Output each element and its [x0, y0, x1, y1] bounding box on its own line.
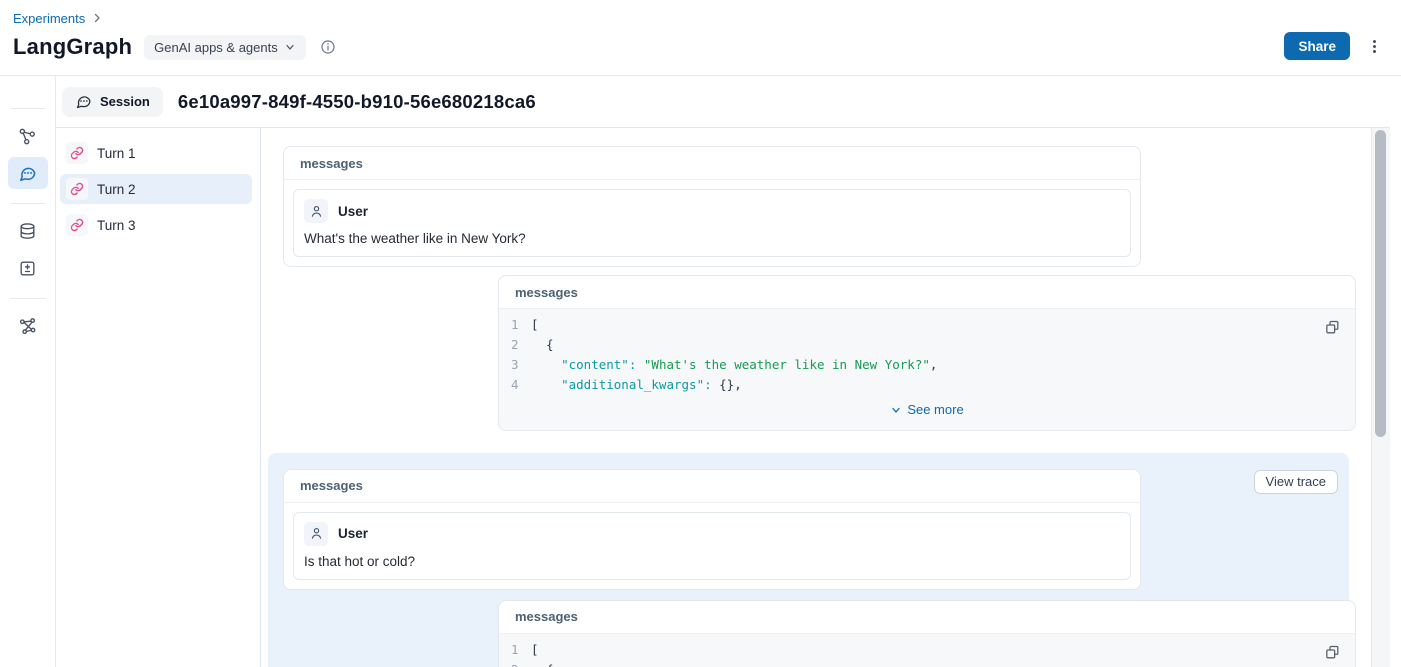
rail-item-prompts[interactable]	[8, 310, 48, 342]
turns-list: Turn 1 Turn 2 Turn 3	[60, 138, 252, 240]
link-icon	[66, 178, 88, 200]
left-rail	[0, 76, 56, 667]
link-icon	[66, 142, 88, 164]
code-line: 4 "additional_kwargs": {},	[499, 375, 1355, 395]
card-title: messages	[499, 276, 1355, 309]
avatar	[304, 199, 328, 223]
rail-item-annotations[interactable]	[8, 252, 48, 284]
share-button[interactable]: Share	[1284, 32, 1350, 60]
diff-box-icon	[18, 259, 37, 278]
user-message: User What's the weather like in New York…	[293, 189, 1131, 257]
view-trace-button[interactable]: View trace	[1254, 470, 1338, 494]
scrollbar-thumb[interactable]	[1375, 130, 1386, 437]
rail-divider	[11, 298, 45, 299]
rail-item-chat[interactable]	[8, 157, 48, 189]
message-card: messages User	[283, 146, 1141, 267]
chevron-down-icon	[284, 41, 296, 53]
code-line: 1[	[499, 315, 1355, 335]
conversation-canvas: messages User	[261, 128, 1371, 667]
code-line: 2 {	[499, 660, 1355, 667]
session-bar: Session 6e10a997-849f-4550-b910-56e68021…	[56, 76, 1390, 128]
role-label: User	[338, 526, 368, 541]
user-icon	[309, 204, 324, 219]
message-card: messages User	[283, 469, 1141, 590]
copy-icon[interactable]	[1324, 644, 1341, 661]
turn-item[interactable]: Turn 3	[60, 210, 252, 240]
workflow-icon	[18, 127, 37, 146]
user-message: User Is that hot or cold?	[293, 512, 1131, 580]
message-text: What's the weather like in New York?	[304, 231, 1120, 246]
category-label: GenAI apps & agents	[154, 40, 278, 55]
category-dropdown[interactable]: GenAI apps & agents	[144, 35, 306, 60]
turn-item[interactable]: Turn 1	[60, 138, 252, 168]
info-icon[interactable]	[320, 39, 336, 55]
session-id: 6e10a997-849f-4550-b910-56e680218ca6	[178, 91, 536, 113]
page-header: Experiments LangGraph GenAI apps & agent…	[0, 0, 1401, 76]
message-text: Is that hot or cold?	[304, 554, 1120, 569]
turn-group-1: messages User	[283, 146, 1371, 431]
turn-item[interactable]: Turn 2	[60, 174, 252, 204]
code-block: 1[2 {	[499, 634, 1355, 667]
chat-bubble-icon	[18, 164, 37, 183]
breadcrumb-link-experiments[interactable]: Experiments	[13, 11, 85, 26]
link-icon	[66, 214, 88, 236]
card-title: messages	[284, 147, 1140, 180]
kebab-menu-icon[interactable]	[1366, 38, 1383, 55]
rail-divider	[11, 108, 45, 109]
messages-output-card: messages 1[2 {	[498, 600, 1356, 667]
code-block: 1[2 {3 "content": "What's the weather li…	[499, 309, 1355, 430]
turn-label: Turn 2	[97, 182, 136, 197]
user-icon	[309, 526, 324, 541]
rail-divider	[11, 203, 45, 204]
avatar	[304, 522, 328, 546]
session-badge-label: Session	[100, 94, 150, 109]
database-icon	[18, 222, 37, 241]
breadcrumb: Experiments	[13, 9, 1383, 27]
code-line: 3 "content": "What's the weather like in…	[499, 355, 1355, 375]
messages-output-card: messages 1[2 {3 "content": "What's the w…	[498, 275, 1356, 431]
role-label: User	[338, 204, 368, 219]
speech-bubble-dots-icon	[75, 93, 92, 110]
copy-icon[interactable]	[1324, 319, 1341, 336]
scrollbar-track[interactable]	[1371, 128, 1390, 667]
page-title: LangGraph	[13, 34, 132, 60]
code-line: 1[	[499, 640, 1355, 660]
chevron-right-icon	[91, 12, 103, 24]
see-more-link[interactable]: See more	[890, 402, 963, 417]
turns-panel: Turn 1 Turn 2 Turn 3	[56, 128, 261, 667]
chevron-down-icon	[890, 404, 902, 416]
card-title: messages	[284, 470, 1140, 503]
rail-item-workflow[interactable]	[8, 120, 48, 152]
code-line: 2 {	[499, 335, 1355, 355]
network-icon	[18, 317, 37, 336]
card-title: messages	[499, 601, 1355, 634]
rail-item-datasets[interactable]	[8, 215, 48, 247]
turn-group-2-selected: View trace messages	[268, 453, 1349, 667]
session-badge: Session	[62, 87, 163, 117]
turn-label: Turn 3	[97, 218, 136, 233]
turn-label: Turn 1	[97, 146, 136, 161]
